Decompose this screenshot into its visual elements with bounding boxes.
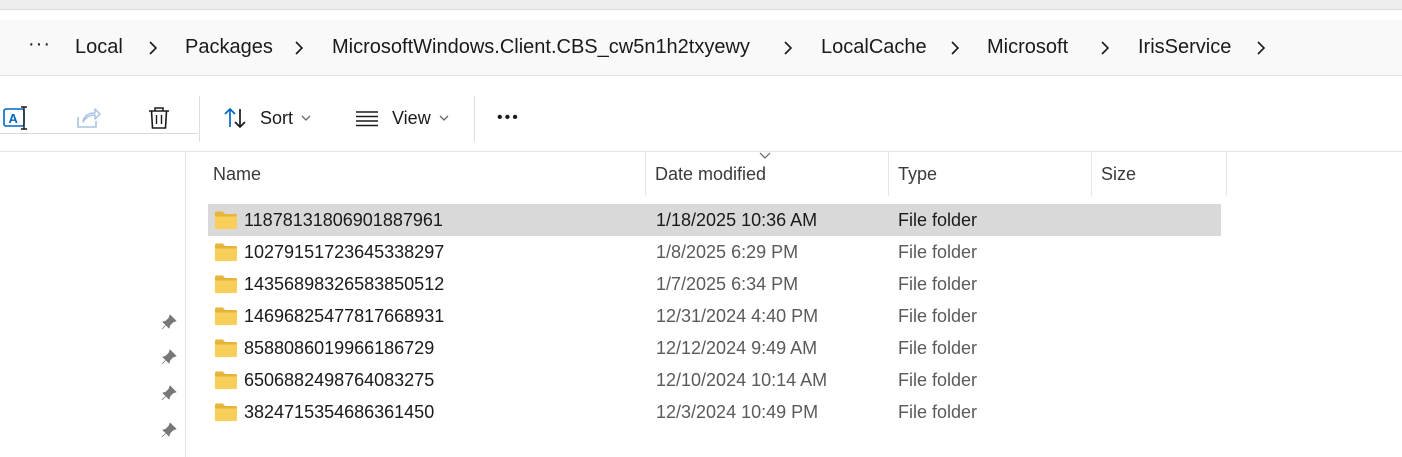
chevron-right-icon[interactable]	[293, 38, 305, 58]
folder-icon	[215, 403, 237, 421]
folder-icon	[215, 211, 237, 229]
pin-icon[interactable]	[160, 313, 178, 331]
chevron-right-icon[interactable]	[1099, 38, 1111, 58]
breadcrumb-item-packages[interactable]: Packages	[185, 36, 273, 58]
chevron-down-icon	[439, 115, 449, 121]
file-list: 11878131806901887961 1/18/2025 10:36 AM Fi…	[208, 204, 1221, 428]
folder-icon	[215, 307, 237, 325]
sort-label: Sort	[260, 107, 294, 128]
breadcrumb-item-package-folder[interactable]: MicrosoftWindows.Client.CBS_cw5n1h2txyew…	[332, 36, 750, 58]
column-divider[interactable]	[1091, 152, 1092, 196]
rename-icon: A	[3, 106, 27, 130]
toolbar-separator	[474, 96, 475, 142]
file-date-modified: 12/3/2024 10:49 PM	[656, 402, 819, 422]
file-date-modified: 12/31/2024 4:40 PM	[656, 306, 819, 326]
column-header-type[interactable]: Type	[898, 152, 937, 196]
column-divider[interactable]	[645, 152, 646, 196]
file-date-modified: 12/10/2024 10:14 AM	[656, 370, 828, 390]
file-date-modified: 1/8/2025 6:29 PM	[656, 242, 799, 262]
file-row[interactable]: 10279151723645338297 1/8/2025 6:29 PM File…	[208, 236, 1221, 268]
file-type: File folder	[898, 242, 978, 262]
pin-icon[interactable]	[160, 348, 178, 366]
file-row[interactable]: 14696825477817668931 12/31/2024 4:40 PM Fi…	[208, 300, 1221, 332]
file-type: File folder	[898, 338, 978, 358]
column-divider[interactable]	[888, 152, 889, 196]
view-label: View	[392, 107, 431, 128]
breadcrumb-item-microsoft[interactable]: Microsoft	[987, 36, 1068, 58]
file-row[interactable]: 8588086019966186729 12/12/2024 9:49 AM Fil…	[208, 332, 1221, 364]
svg-text:A: A	[9, 111, 19, 126]
window-top-strip	[0, 0, 1402, 10]
pin-icon[interactable]	[160, 421, 178, 439]
file-name: 8588086019966186729	[244, 338, 435, 358]
toolbar-separator	[199, 96, 200, 142]
delete-icon	[149, 107, 169, 129]
file-type: File folder	[898, 306, 978, 326]
command-bar: A Sort View •••	[0, 84, 1402, 152]
file-type: File folder	[898, 274, 978, 294]
file-name: 14356898326583850512	[244, 274, 445, 294]
navigation-pane	[0, 152, 186, 457]
file-name: 11878131806901887961	[244, 210, 443, 230]
file-row[interactable]: 3824715354686361450 12/3/2024 10:49 PM Fil…	[208, 396, 1221, 428]
address-bar[interactable]: ··· Local Packages MicrosoftWindows.Clie…	[0, 20, 1402, 76]
pin-icon[interactable]	[160, 384, 178, 402]
chevron-right-icon[interactable]	[1255, 38, 1267, 58]
share-icon	[77, 108, 101, 128]
chevron-down-icon	[301, 115, 311, 121]
file-type: File folder	[898, 210, 978, 230]
view-button[interactable]: View	[354, 84, 449, 152]
breadcrumb-item-localcache[interactable]: LocalCache	[821, 36, 927, 58]
column-divider[interactable]	[1226, 152, 1227, 196]
file-name: 6506882498764083275	[244, 370, 435, 390]
sort-button[interactable]: Sort	[222, 84, 311, 152]
folder-icon	[215, 339, 237, 357]
folder-icon	[215, 371, 237, 389]
view-icon	[356, 111, 378, 127]
delete-button[interactable]	[145, 84, 173, 152]
folder-icon	[215, 275, 237, 293]
column-header-name[interactable]: Name	[213, 152, 261, 196]
file-type: File folder	[898, 370, 978, 390]
chevron-right-icon[interactable]	[782, 38, 794, 58]
file-date-modified: 1/7/2025 6:34 PM	[656, 274, 799, 294]
share-button[interactable]	[74, 84, 102, 152]
file-type: File folder	[898, 402, 978, 422]
breadcrumb-overflow-button[interactable]: ···	[28, 34, 51, 54]
breadcrumb-item-irisservice[interactable]: IrisService	[1138, 36, 1231, 58]
column-header-date-modified[interactable]: Date modified	[655, 152, 766, 196]
more-icon: •••	[497, 109, 520, 126]
file-date-modified: 1/18/2025 10:36 AM	[656, 210, 818, 230]
column-header-size[interactable]: Size	[1101, 152, 1136, 196]
file-name: 3824715354686361450	[244, 402, 435, 422]
rename-button[interactable]: A	[2, 84, 30, 152]
file-name: 10279151723645338297	[244, 242, 445, 262]
sort-icon	[224, 108, 246, 128]
file-name: 14696825477817668931	[244, 306, 445, 326]
file-row[interactable]: 6506882498764083275 12/10/2024 10:14 AM Fi…	[208, 364, 1221, 396]
chevron-right-icon[interactable]	[147, 38, 159, 58]
file-row[interactable]: 14356898326583850512 1/7/2025 6:34 PM File…	[208, 268, 1221, 300]
folder-icon	[215, 243, 237, 261]
navigation-divider	[0, 133, 198, 134]
column-header: Name Date modified Type Size	[198, 152, 1228, 196]
breadcrumb-item-local[interactable]: Local	[75, 36, 123, 58]
file-row[interactable]: 11878131806901887961 1/18/2025 10:36 AM Fi…	[208, 204, 1221, 236]
chevron-right-icon[interactable]	[949, 38, 961, 58]
file-date-modified: 12/12/2024 9:49 AM	[656, 338, 818, 358]
more-options-button[interactable]: •••	[497, 84, 520, 152]
